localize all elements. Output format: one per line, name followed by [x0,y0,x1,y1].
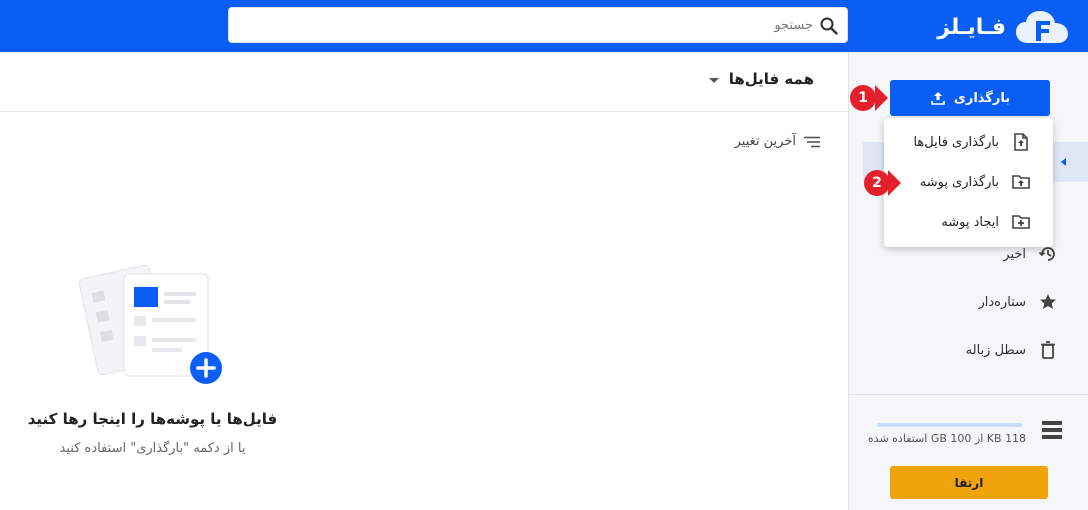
sidebar-item-recent[interactable]: اخیر [1003,244,1058,264]
upgrade-button[interactable]: ارتقا [890,466,1048,499]
logo-text: فـایـلز [937,14,1006,40]
sort-control[interactable]: آخرین تغییر [735,134,820,149]
menu-item-label: بارگذاری فایل‌ها [913,134,999,150]
sort-icon [804,136,820,147]
empty-state-title: فایل‌ها یا پوشه‌ها را اینجا رها کنید [27,410,278,428]
upload-dropdown-menu: بارگذاری فایل‌ها بارگذاری پوشه ایجاد پوش… [884,118,1053,247]
sidebar-item-starred[interactable]: ستاره‌دار [978,292,1058,312]
search-box[interactable] [228,7,848,43]
trash-icon [1041,341,1055,359]
step-one-marker: 1 [850,85,876,111]
menu-item-label: بارگذاری پوشه [919,174,999,190]
upload-icon [931,92,945,105]
storage-progress-bar [877,423,1022,427]
sidebar-item-trash[interactable]: سطل زباله [966,340,1058,360]
chevron-down-icon [708,77,719,83]
all-files-dropdown[interactable]: همه فایل‌ها [708,70,814,88]
page-title: همه فایل‌ها [728,70,814,88]
upload-button-label: بارگذاری [953,90,1011,106]
cloud-logo-icon [1016,11,1068,43]
logo[interactable]: فـایـلز [925,9,1070,45]
sidebar-item-label: سطل زباله [965,342,1026,358]
active-indicator-icon [1061,158,1066,166]
step-one-pointer [875,85,888,111]
menu-item-upload-files[interactable]: بارگذاری فایل‌ها [913,132,1031,152]
sidebar-item-label: ستاره‌دار [978,294,1026,310]
menu-item-create-folder[interactable]: ایجاد پوشه [941,212,1031,232]
menu-item-label: ایجاد پوشه [941,214,999,230]
top-bar: فـایـلز [0,0,1088,52]
search-input[interactable] [253,14,813,36]
star-icon [1040,294,1056,309]
menu-item-upload-folder[interactable]: بارگذاری پوشه [920,172,1031,192]
file-upload-icon [1014,133,1028,151]
sidebar-item-label: اخیر [1003,246,1026,262]
divider [849,394,1088,395]
history-icon [1038,247,1055,261]
main-header: همه فایل‌ها [0,52,848,112]
storage-usage-text: 118 KB از 100 GB استفاده شده [867,432,1027,445]
main-content: همه فایل‌ها آخرین تغییر فایل‌ها یا [0,52,848,510]
empty-state-illustration [78,264,222,384]
sort-label: آخرین تغییر [734,134,796,149]
step-two-marker: 2 [864,170,890,196]
folder-upload-icon [1012,175,1030,189]
upload-button[interactable]: بارگذاری [890,80,1050,116]
empty-state-subtitle: یا از دکمه "بارگذاری" استفاده کنید [59,441,246,456]
storage-icon [1042,421,1062,439]
folder-add-icon [1012,215,1030,229]
search-icon[interactable] [819,16,839,36]
